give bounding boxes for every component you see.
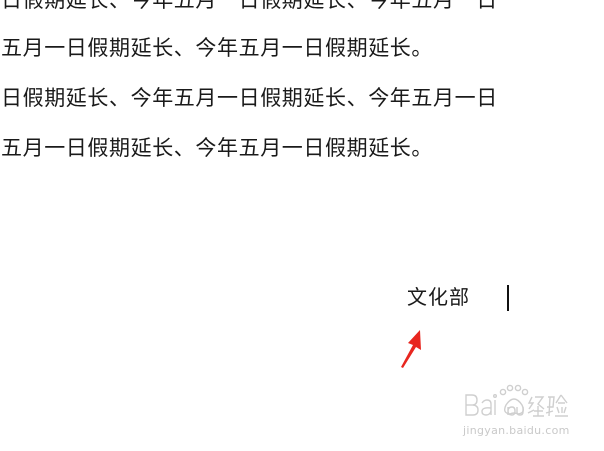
text-cursor	[507, 285, 509, 311]
document-page[interactable]: 日假期延长、今年五月一日假期延长、今年五月一日 五月一日假期延长、今年五月一日假…	[0, 0, 604, 451]
baidu-jingyan-logo-icon	[465, 384, 568, 417]
baidu-jingyan-watermark: jingyan.baidu.com	[462, 383, 574, 439]
body-text-line-2[interactable]: 五月一日假期延长、今年五月一日假期延长。	[1, 35, 433, 61]
body-text-line-4[interactable]: 五月一日假期延长、今年五月一日假期延长。	[1, 135, 433, 161]
red-pointer-arrow-icon	[401, 330, 421, 368]
body-text-line-1[interactable]: 日假期延长、今年五月一日假期延长、今年五月一日	[1, 0, 498, 13]
watermark-url: jingyan.baidu.com	[463, 424, 570, 437]
signature-text[interactable]: 文化部	[407, 284, 470, 310]
body-text-line-3[interactable]: 日假期延长、今年五月一日假期延长、今年五月一日	[1, 85, 498, 111]
